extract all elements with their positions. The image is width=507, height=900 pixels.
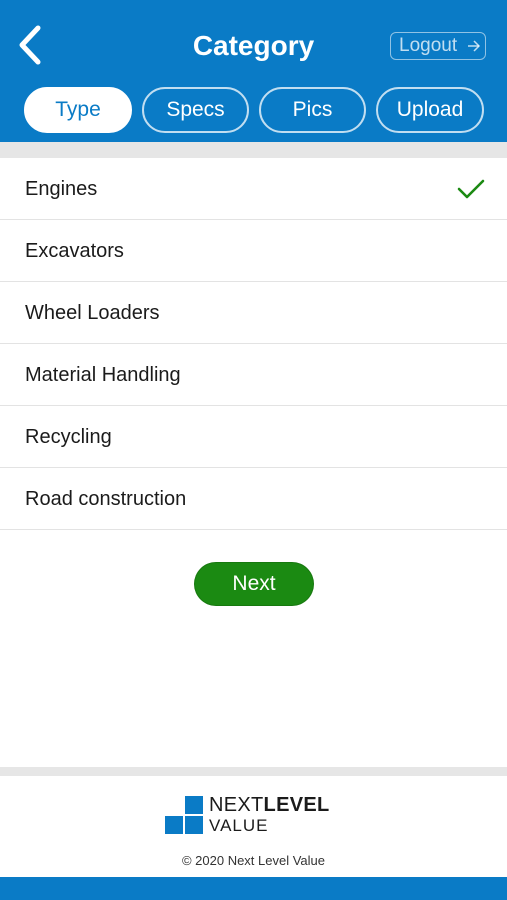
category-item-engines[interactable]: Engines: [0, 158, 507, 220]
divider-bottom: [0, 767, 507, 776]
checkmark-icon: [457, 179, 485, 199]
bottom-bar: [0, 877, 507, 900]
tab-type[interactable]: Type: [24, 87, 132, 133]
category-item-wheel-loaders[interactable]: Wheel Loaders: [0, 282, 507, 344]
company-logo: NEXTLEVEL VALUE: [165, 794, 345, 836]
logo-wordmark-top: NEXTLEVEL: [209, 794, 330, 816]
category-item-road-construction[interactable]: Road construction: [0, 468, 507, 530]
logout-button[interactable]: Logout: [390, 32, 486, 60]
category-item-recycling[interactable]: Recycling: [0, 406, 507, 468]
tab-upload[interactable]: Upload: [376, 87, 484, 133]
category-item-excavators[interactable]: Excavators: [0, 220, 507, 282]
divider-top: [0, 142, 507, 158]
category-label: Engines: [25, 178, 98, 200]
category-item-material-handling[interactable]: Material Handling: [0, 344, 507, 406]
step-tabs: Type Specs Pics Upload: [24, 87, 484, 133]
category-label: Recycling: [25, 426, 112, 448]
app-header: Category Logout Type Specs Pics Upload: [0, 0, 507, 142]
category-list: Engines Excavators Wheel Loaders Materia…: [0, 158, 507, 530]
category-label: Material Handling: [25, 364, 181, 386]
next-button[interactable]: Next: [194, 562, 314, 606]
tab-pics[interactable]: Pics: [259, 87, 366, 133]
arrow-right-icon: [468, 40, 481, 52]
category-label: Wheel Loaders: [25, 302, 160, 324]
logout-label: Logout: [399, 35, 458, 56]
category-label: Road construction: [25, 488, 187, 510]
category-label: Excavators: [25, 240, 124, 262]
copyright-text: © 2020 Next Level Value: [181, 853, 326, 868]
logo-wordmark-bottom: VALUE: [209, 816, 269, 835]
logo-blocks-icon: [165, 796, 203, 834]
tab-specs[interactable]: Specs: [142, 87, 249, 133]
